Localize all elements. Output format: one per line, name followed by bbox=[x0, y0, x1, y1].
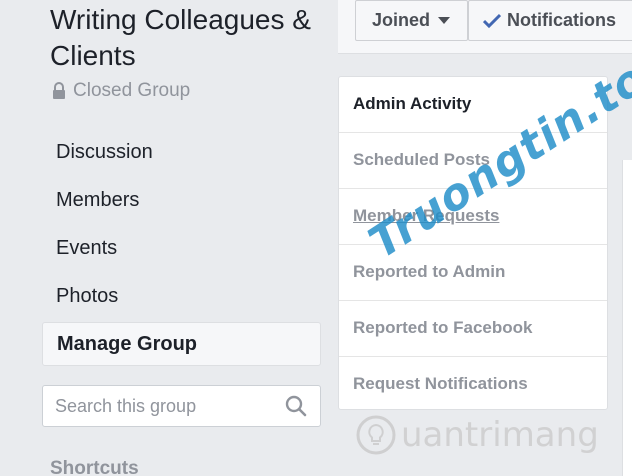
group-search bbox=[42, 385, 321, 427]
nav-item-manage-group[interactable]: Manage Group bbox=[42, 322, 321, 366]
nav-item-photos[interactable]: Photos bbox=[42, 272, 321, 320]
joined-button[interactable]: Joined bbox=[355, 0, 468, 41]
watermark-quantrimang: uantrimang bbox=[355, 410, 599, 460]
notifications-label: Notifications bbox=[507, 10, 617, 30]
search-input[interactable] bbox=[43, 395, 284, 417]
nav-item-discussion[interactable]: Discussion bbox=[42, 128, 321, 176]
panel-item-label: Admin Activity bbox=[353, 94, 472, 113]
check-icon bbox=[483, 13, 501, 28]
content-edge bbox=[622, 160, 632, 476]
group-privacy: Closed Group bbox=[52, 80, 190, 102]
watermark-quantrimang-text: uantrimang bbox=[401, 415, 599, 455]
panel-item-label: Request Notifications bbox=[353, 374, 528, 393]
search-icon[interactable] bbox=[284, 394, 308, 418]
panel-item-label: Reported to Facebook bbox=[353, 318, 533, 337]
panel-item-request-notifications[interactable]: Request Notifications bbox=[339, 357, 607, 413]
caret-down-icon bbox=[438, 16, 451, 24]
shortcuts-heading: Shortcuts bbox=[50, 458, 139, 476]
panel-item-reported-to-facebook[interactable]: Reported to Facebook bbox=[339, 301, 607, 357]
lock-icon bbox=[53, 82, 65, 99]
nav-item-events[interactable]: Events bbox=[42, 224, 321, 272]
notifications-button[interactable]: Notifications bbox=[468, 0, 632, 41]
panel-item-label: Reported to Admin bbox=[353, 262, 506, 281]
nav-item-members[interactable]: Members bbox=[42, 176, 321, 224]
lightbulb-icon bbox=[356, 415, 396, 455]
group-nav: Discussion Members Events Photos Manage … bbox=[42, 128, 321, 366]
privacy-label: Closed Group bbox=[73, 80, 191, 101]
group-title[interactable]: Writing Colleagues & Clients bbox=[50, 2, 330, 74]
group-action-bar: Joined Notifications bbox=[338, 0, 632, 54]
joined-label: Joined bbox=[372, 10, 431, 30]
